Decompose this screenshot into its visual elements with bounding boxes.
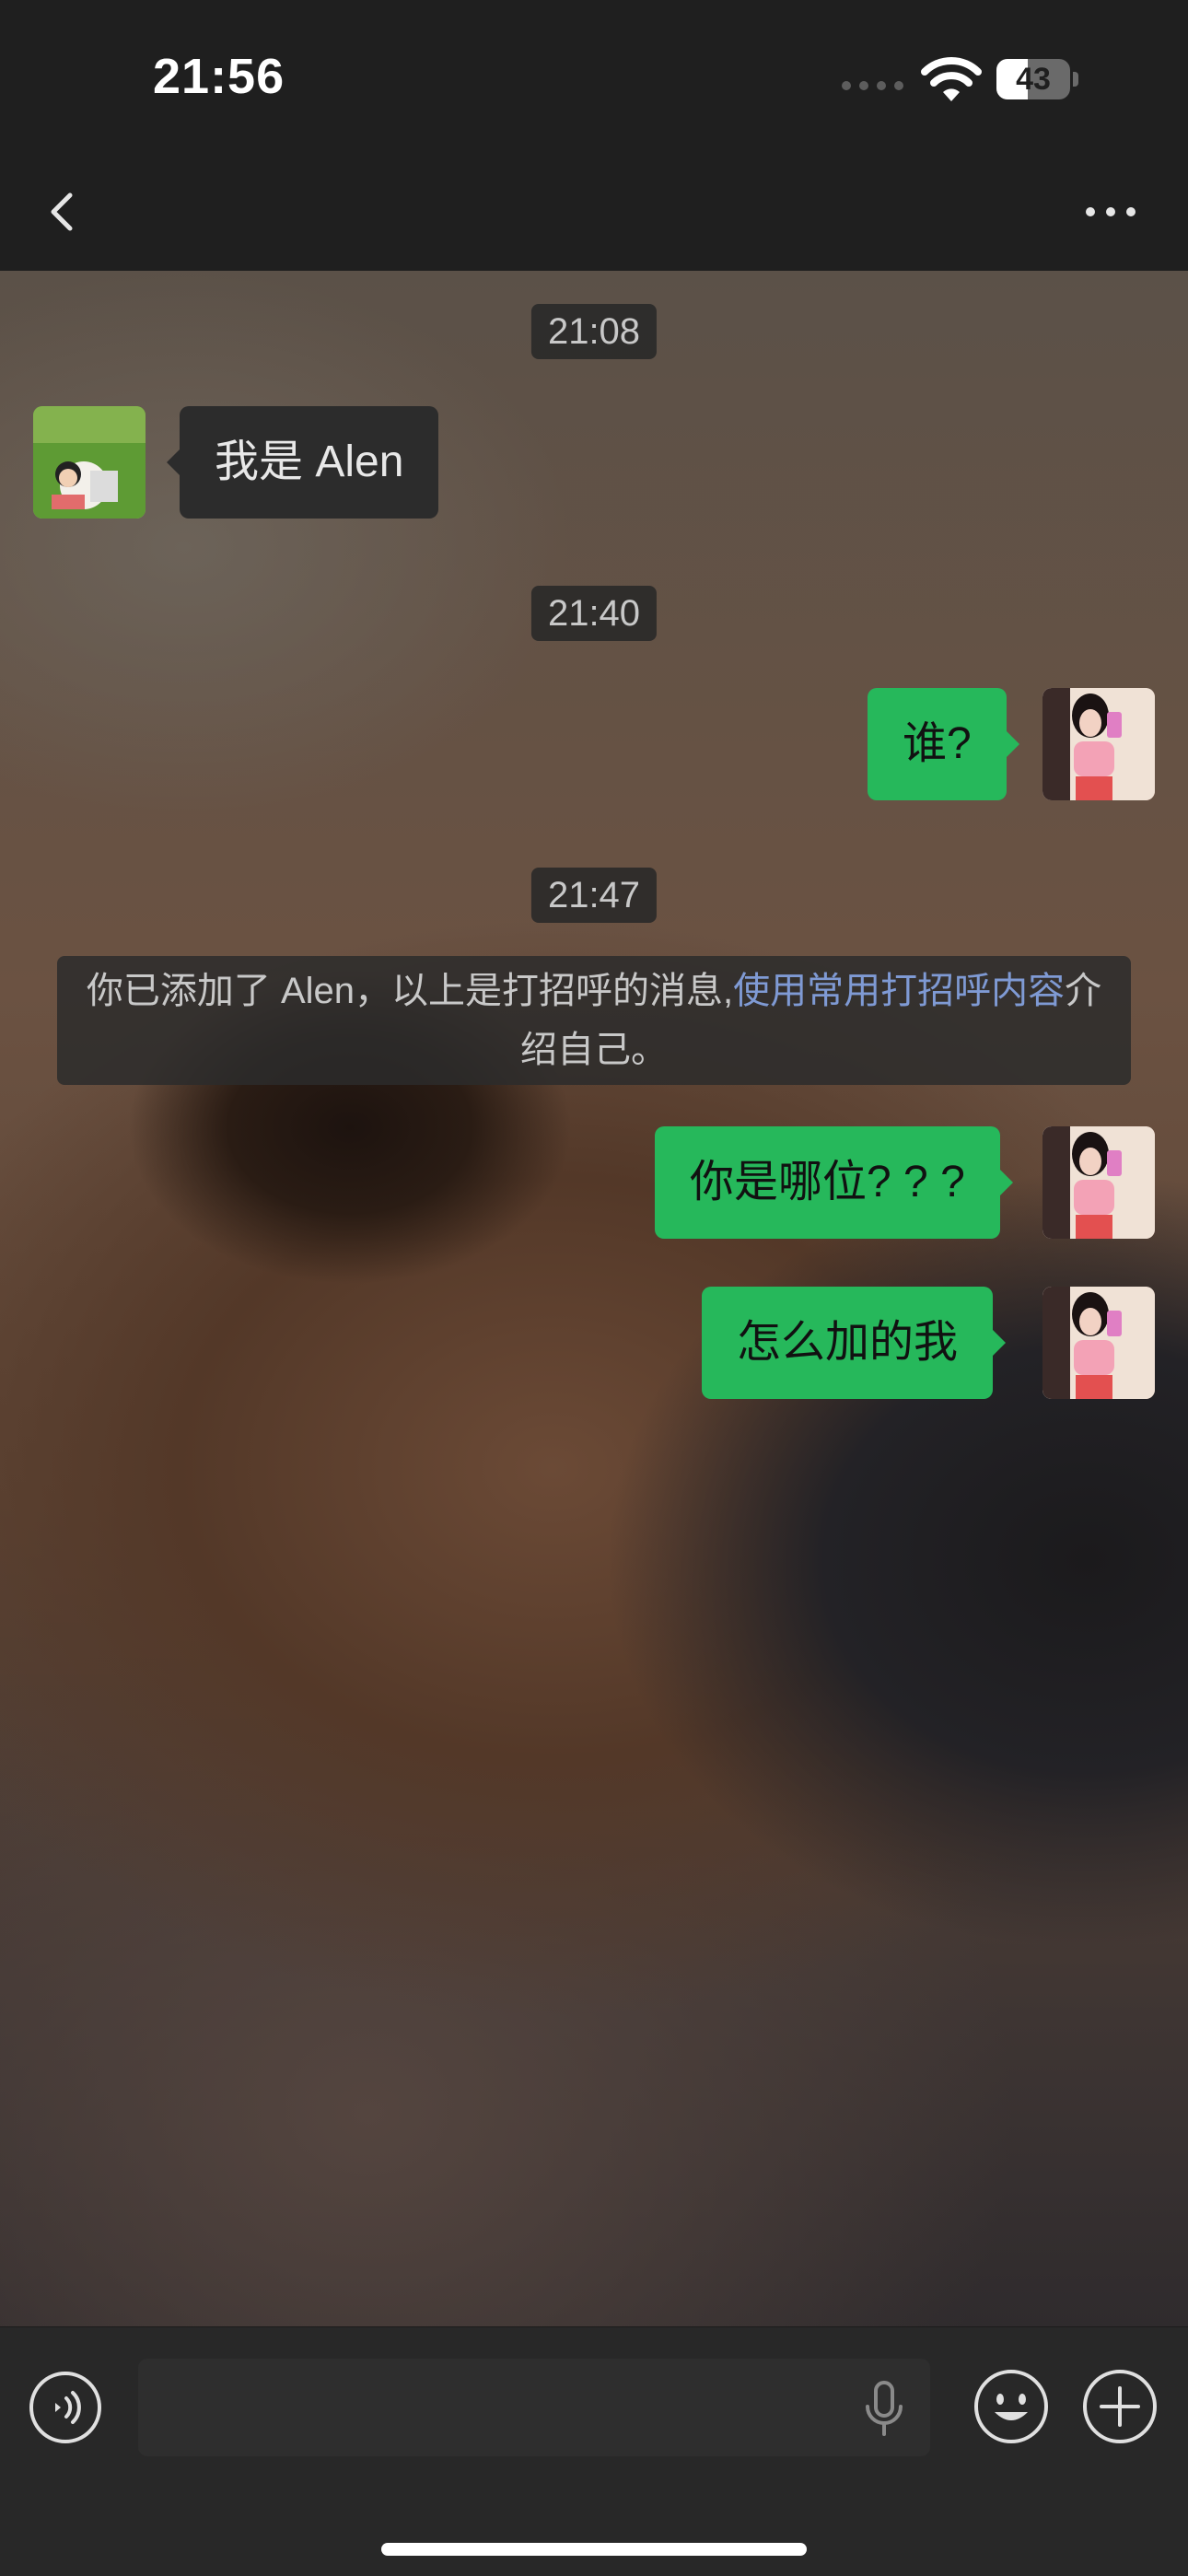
system-notice-text: 你已添加了 Alen，以上是打招呼的消息, [86, 971, 734, 1011]
nav-bar [0, 147, 1188, 272]
message-input[interactable] [138, 2359, 930, 2456]
emoji-icon[interactable] [973, 2368, 1050, 2445]
contact-avatar[interactable] [33, 406, 146, 519]
wifi-icon [921, 57, 982, 101]
my-avatar[interactable] [1042, 1287, 1155, 1399]
avatar-photo-image [1042, 688, 1155, 800]
more-horizontal-icon[interactable] [1074, 175, 1147, 249]
my-avatar[interactable] [1042, 1126, 1155, 1239]
message-timestamp: 21:47 [530, 868, 658, 923]
cellular-signal-icon [842, 81, 903, 90]
outgoing-message-bubble[interactable]: 怎么加的我 [702, 1287, 1007, 1399]
status-bar: 21:56 43 [0, 0, 1188, 147]
battery-icon: 43 [996, 59, 1078, 99]
my-avatar[interactable] [1042, 688, 1155, 800]
message-timestamp: 21:40 [530, 586, 658, 641]
plus-icon[interactable] [1081, 2368, 1159, 2445]
greeting-templates-link[interactable]: 使用常用打招呼内容 [733, 971, 1065, 1011]
outgoing-message-bubble[interactable]: 谁? [868, 688, 1019, 800]
message-timestamp: 21:08 [530, 304, 658, 359]
system-notice: 你已添加了 Alen，以上是打招呼的消息,使用常用打招呼内容介绍自己。 [57, 956, 1131, 1085]
input-bar [0, 2326, 1188, 2576]
avatar-photo-image [1042, 1287, 1155, 1399]
voice-mode-icon[interactable] [28, 2370, 103, 2445]
chevron-left-icon[interactable] [28, 175, 101, 249]
battery-level: 43 [1016, 62, 1051, 97]
status-time: 21:56 [153, 49, 285, 104]
chat-area[interactable]: 21:08 我是 Alen 21:40 谁? 21:47 你已添加了 Alen，… [0, 271, 1188, 2326]
avatar-photo-image [1042, 1126, 1155, 1239]
home-indicator [381, 2543, 807, 2556]
avatar-cartoon-image [33, 406, 146, 519]
incoming-message-bubble[interactable]: 我是 Alen [166, 406, 439, 519]
outgoing-message-bubble[interactable]: 你是哪位? ? ? [655, 1126, 1013, 1239]
microphone-icon[interactable] [860, 2379, 908, 2438]
